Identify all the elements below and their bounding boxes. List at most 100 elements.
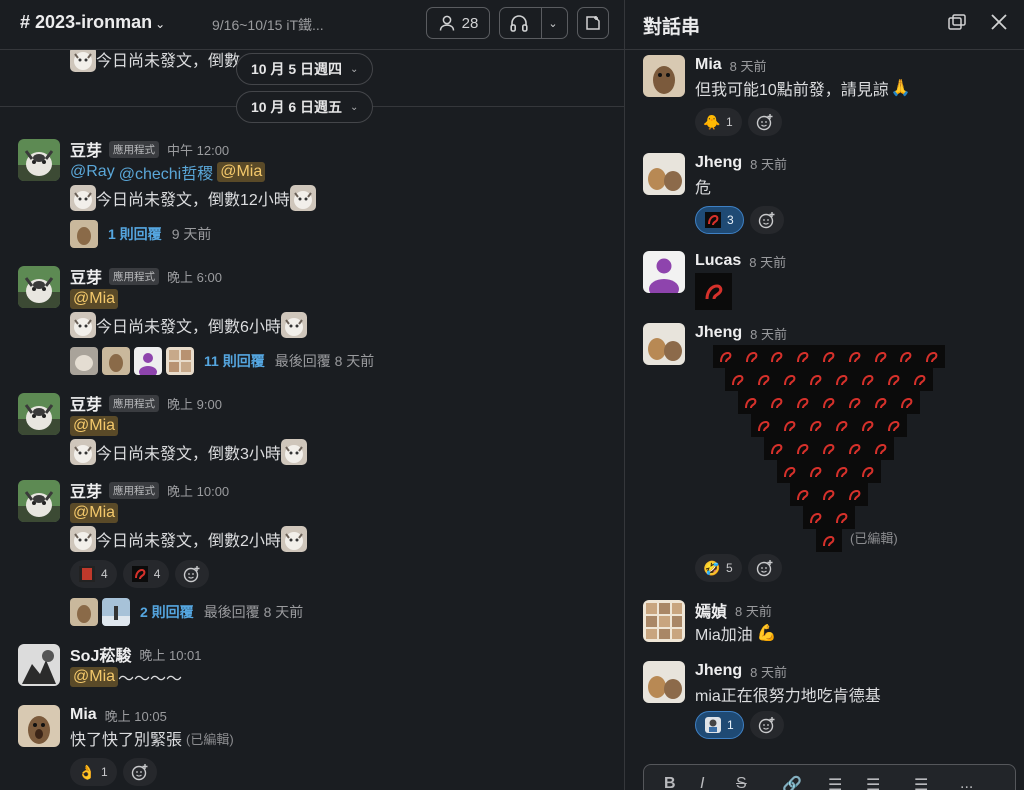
link-button[interactable]: 🔗 bbox=[782, 775, 802, 790]
mention[interactable]: @chechi哲稷 bbox=[119, 160, 214, 184]
popout-button[interactable] bbox=[947, 12, 967, 36]
more-formatting-button[interactable]: ... bbox=[960, 775, 973, 790]
username[interactable]: Mia bbox=[70, 706, 97, 724]
add-reaction-button[interactable] bbox=[747, 108, 782, 136]
danger-emoji-icon bbox=[131, 566, 148, 582]
reaction[interactable]: 4 bbox=[70, 560, 117, 588]
bulleted-list-button[interactable]: ☰ bbox=[866, 775, 880, 790]
cat-emoji-icon bbox=[280, 312, 307, 338]
avatar[interactable] bbox=[643, 323, 685, 365]
thread-replies[interactable]: 11 則回覆 最後回覆 8 天前 bbox=[70, 346, 374, 376]
close-button[interactable] bbox=[989, 12, 1009, 36]
avatar bbox=[70, 220, 98, 248]
add-reaction-button[interactable] bbox=[747, 554, 782, 582]
thread-replies[interactable]: 1 則回覆 9 天前 bbox=[70, 219, 211, 249]
timestamp[interactable]: 8 天前 bbox=[735, 601, 772, 620]
mention-highlight[interactable]: @Mia bbox=[217, 162, 266, 182]
avatar[interactable] bbox=[643, 600, 685, 642]
avatar-bot[interactable] bbox=[18, 393, 60, 435]
reply-count-link[interactable]: 2 則回覆 bbox=[140, 602, 194, 622]
ordered-list-button[interactable]: ☰ bbox=[828, 775, 842, 790]
username[interactable]: Jheng bbox=[695, 154, 742, 172]
reaction[interactable]: 👌 1 bbox=[70, 758, 117, 786]
timestamp[interactable]: 8 天前 bbox=[750, 154, 787, 173]
red-emoji-icon bbox=[79, 566, 95, 582]
avatar-bot[interactable] bbox=[18, 266, 60, 308]
date-pill-oct6[interactable]: 10 月 6 日週五 ⌄ bbox=[236, 91, 374, 123]
huddle-button[interactable]: ⌄ bbox=[499, 7, 568, 39]
avatar[interactable] bbox=[643, 661, 685, 703]
add-reaction-button[interactable] bbox=[122, 758, 157, 786]
timestamp[interactable]: 8 天前 bbox=[749, 252, 786, 271]
danger-emoji-icon bbox=[894, 391, 920, 414]
reaction-active[interactable]: 3 bbox=[695, 206, 744, 234]
add-reaction-button[interactable] bbox=[749, 206, 784, 234]
channel-name-button[interactable]: # 2023-ironman ⌄ bbox=[20, 12, 165, 33]
blockquote-button[interactable]: ☰ bbox=[914, 775, 928, 790]
danger-emoji-icon bbox=[867, 345, 894, 368]
emoji-row bbox=[713, 368, 945, 391]
mention-highlight[interactable]: @Mia bbox=[70, 667, 119, 687]
italic-button[interactable]: I bbox=[700, 775, 704, 790]
mention-highlight[interactable]: @Mia bbox=[70, 416, 119, 436]
person-icon bbox=[439, 15, 454, 31]
danger-emoji-icon bbox=[705, 212, 721, 228]
username[interactable]: Lucas bbox=[695, 252, 741, 270]
strikethrough-button[interactable]: S bbox=[736, 775, 747, 790]
timestamp[interactable]: 8 天前 bbox=[730, 56, 767, 75]
avatar[interactable] bbox=[643, 55, 685, 97]
timestamp[interactable]: 晚上 9:00 bbox=[167, 394, 222, 413]
add-reaction-button[interactable] bbox=[175, 560, 210, 588]
hash-icon: # bbox=[20, 12, 31, 32]
message-text: 今日尚未發文，倒數3小時 bbox=[96, 446, 281, 463]
reply-count-link[interactable]: 11 則回覆 bbox=[204, 351, 265, 371]
avatar[interactable] bbox=[643, 153, 685, 195]
reaction-active[interactable]: 1 bbox=[695, 711, 744, 739]
danger-emoji-icon bbox=[738, 345, 765, 368]
avatar[interactable] bbox=[18, 705, 60, 747]
username[interactable]: Jheng bbox=[695, 662, 742, 680]
username[interactable]: Mia bbox=[695, 56, 722, 74]
reactions-row: 🤣 5 bbox=[695, 554, 782, 582]
avatar[interactable] bbox=[18, 644, 60, 686]
username[interactable]: SoJ菘駿 bbox=[70, 642, 131, 666]
reaction-count: 4 bbox=[101, 567, 108, 581]
timestamp[interactable]: 晚上 6:00 bbox=[167, 267, 222, 286]
emoji-row bbox=[713, 483, 945, 506]
username[interactable]: 豆芽 bbox=[70, 137, 102, 161]
canvas-button[interactable] bbox=[577, 7, 609, 39]
timestamp[interactable]: 晚上 10:00 bbox=[167, 481, 229, 500]
reaction[interactable]: 4 bbox=[122, 560, 170, 588]
message-composer[interactable]: B I S 🔗 ☰ ☰ ☰ ... bbox=[643, 764, 1016, 790]
timestamp[interactable]: 晚上 10:01 bbox=[139, 645, 201, 664]
reply-count-link[interactable]: 1 則回覆 bbox=[108, 224, 162, 244]
avatar[interactable] bbox=[643, 251, 685, 293]
reactions-row: 👌 1 bbox=[70, 758, 157, 786]
avatar bbox=[70, 598, 98, 626]
date-pill-oct5[interactable]: 10 月 5 日週四 ⌄ bbox=[236, 53, 374, 85]
message-text: 今日尚未發文，倒數12小時 bbox=[96, 192, 290, 209]
timestamp[interactable]: 中午 12:00 bbox=[167, 140, 229, 159]
add-reaction-button[interactable] bbox=[749, 711, 784, 739]
bold-button[interactable]: B bbox=[664, 775, 676, 790]
username[interactable]: Jheng bbox=[695, 324, 742, 342]
mention[interactable]: @Ray bbox=[70, 163, 115, 181]
timestamp[interactable]: 8 天前 bbox=[750, 662, 787, 681]
username[interactable]: 豆芽 bbox=[70, 264, 102, 288]
avatar-bot[interactable] bbox=[18, 139, 60, 181]
username[interactable]: 豆芽 bbox=[70, 478, 102, 502]
mention-highlight[interactable]: @Mia bbox=[70, 503, 119, 523]
avatar-bot[interactable] bbox=[18, 480, 60, 522]
timestamp[interactable]: 8 天前 bbox=[750, 324, 787, 343]
mention-highlight[interactable]: @Mia bbox=[70, 289, 119, 309]
username[interactable]: 嫣媜 bbox=[695, 598, 727, 622]
timestamp[interactable]: 晚上 10:05 bbox=[105, 706, 167, 725]
message-text: 危 bbox=[695, 180, 712, 197]
thread-replies[interactable]: 2 則回覆 最後回覆 8 天前 bbox=[70, 597, 303, 627]
reaction[interactable]: 🤣 5 bbox=[695, 554, 742, 582]
username[interactable]: 豆芽 bbox=[70, 391, 102, 415]
reaction[interactable]: 🐥 1 bbox=[695, 108, 742, 136]
channel-topic[interactable]: 9/16~10/15 iT鐵... bbox=[212, 15, 324, 35]
members-button[interactable]: 28 bbox=[426, 7, 490, 39]
chevron-down-icon: ⌄ bbox=[350, 101, 359, 113]
